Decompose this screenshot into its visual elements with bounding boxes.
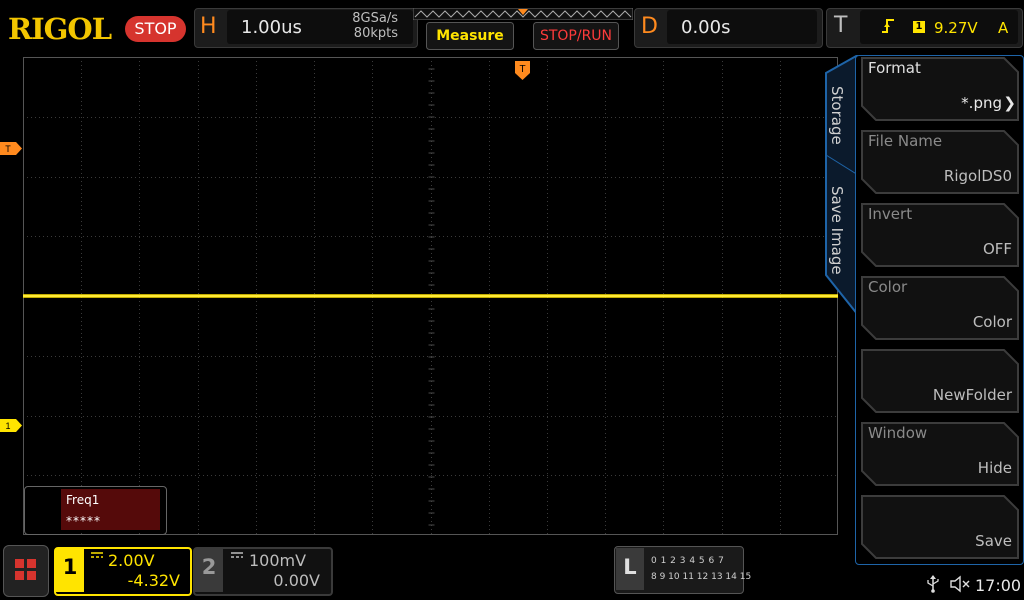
menu-title: Storage	[828, 86, 846, 145]
trigger-position-marker[interactable]: T	[515, 61, 530, 80]
delay-value: 0.00s	[681, 17, 731, 38]
softkey-label: Window	[868, 424, 928, 442]
softkey-label: Format	[868, 59, 921, 77]
sound-muted-icon[interactable]	[950, 575, 970, 593]
home-button[interactable]	[3, 545, 49, 597]
waveform-screen[interactable]	[23, 57, 838, 535]
dc-coupling-icon	[231, 552, 243, 558]
softkey-value: NewFolder	[932, 386, 1012, 404]
stop-run-button[interactable]: STOP/RUN	[533, 22, 619, 50]
delay-label: D	[641, 14, 658, 39]
memory-depth: 80kpts	[353, 26, 398, 41]
save-softkey[interactable]: Save	[860, 494, 1020, 560]
trigger-level-value: 9.27V	[934, 19, 978, 37]
ch1-offset: -4.32V	[127, 571, 180, 590]
softkey-label: Invert	[868, 205, 913, 223]
measure-button[interactable]: Measure	[426, 22, 514, 50]
run-state-badge: STOP	[125, 16, 186, 42]
clock: 17:00	[975, 576, 1022, 595]
invert-softkey[interactable]: Invert OFF	[860, 202, 1020, 268]
memory-position-indicator	[413, 8, 633, 20]
logic-channels-low: 0 1 2 3 4 5 6 7	[651, 556, 725, 566]
softkey-value: *.png	[961, 94, 1002, 112]
grid-menu-icon	[15, 559, 36, 580]
usb-icon	[927, 575, 939, 593]
menu-subtitle: Save Image	[828, 186, 846, 275]
softkey-value: OFF	[982, 240, 1012, 258]
dc-coupling-icon	[91, 552, 103, 558]
ch1-marker-text: 1	[5, 421, 10, 431]
new-folder-softkey[interactable]: NewFolder	[860, 348, 1020, 414]
ch2-offset: 0.00V	[273, 571, 320, 590]
softkey-value: Save	[975, 532, 1012, 550]
softkey-value: Color	[972, 313, 1012, 331]
softkey-value: RigolDS0	[943, 167, 1012, 185]
sample-rate: 8GSa/s	[352, 11, 398, 26]
color-softkey[interactable]: Color Color	[860, 275, 1020, 341]
softkey-label: Color	[868, 278, 908, 296]
trigger-level-marker[interactable]: T	[0, 142, 22, 155]
ch1-number: 1	[62, 555, 78, 579]
rigol-logo: RIGOL	[8, 12, 112, 46]
logic-channels-high: 8 9 10 11 12 13 14 15	[651, 572, 752, 582]
trigger-position-text: T	[519, 64, 525, 75]
sample-rate-info: 8GSa/s 80kpts	[310, 11, 398, 41]
softkey-value: Hide	[977, 459, 1012, 477]
ch1-scale: 2.00V	[108, 551, 155, 570]
file-name-softkey[interactable]: File Name RigolDS0	[860, 129, 1020, 195]
softkey-label: File Name	[868, 132, 943, 150]
softkey-frame	[861, 349, 1019, 413]
softkey-frame	[861, 495, 1019, 559]
trigger-source-badge: 1	[913, 21, 925, 33]
window-softkey[interactable]: Window Hide	[860, 421, 1020, 487]
logic-letter: L	[623, 555, 637, 579]
measurement-label: Freq1	[66, 493, 100, 507]
ch1-offset-marker[interactable]: 1	[0, 419, 22, 432]
rising-edge-icon	[882, 19, 894, 33]
trigger-label: T	[834, 13, 848, 38]
trigger-mode: A	[998, 19, 1009, 37]
trigger-marker-text: T	[5, 144, 11, 154]
chevron-right-icon: ❯	[1003, 94, 1016, 112]
ch2-number: 2	[201, 555, 217, 579]
measurement-value: *****	[66, 514, 101, 528]
ch2-scale: 100mV	[249, 551, 307, 570]
horizontal-label: H	[200, 14, 217, 39]
format-softkey[interactable]: Format *.png ❯	[860, 56, 1020, 122]
timebase-value: 1.00us	[241, 17, 302, 38]
